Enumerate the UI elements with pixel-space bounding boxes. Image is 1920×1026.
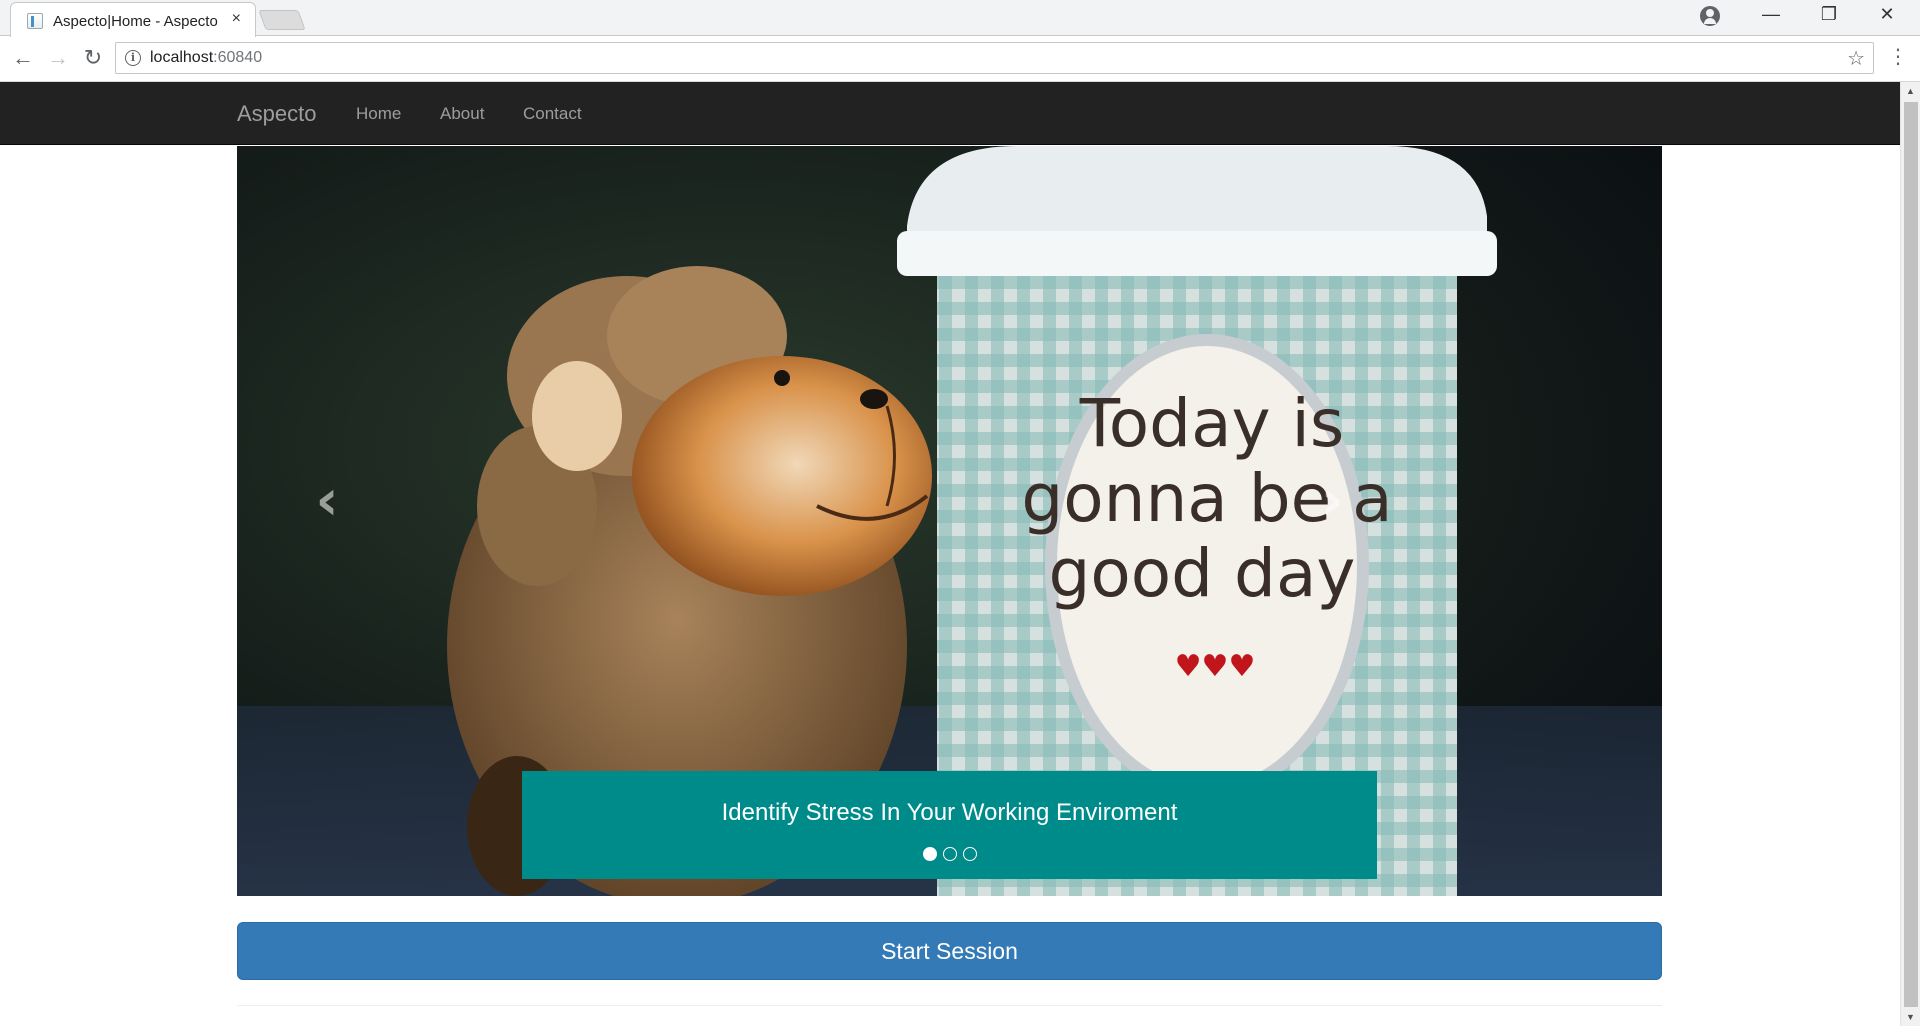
cup-hearts: ♥♥♥: [1175, 649, 1256, 684]
url-host: localhost: [150, 49, 214, 66]
nav-link-about[interactable]: About: [440, 104, 484, 124]
scroll-up-icon[interactable]: ▲: [1906, 86, 1915, 96]
profile-icon[interactable]: [1700, 6, 1720, 26]
restore-icon[interactable]: ❐: [1806, 4, 1852, 25]
cup-text-line-1: Today is: [1079, 385, 1345, 462]
carousel-indicator-3[interactable]: [962, 847, 977, 861]
close-window-icon[interactable]: ✕: [1864, 4, 1910, 25]
new-tab-button[interactable]: [258, 10, 306, 30]
nav-link-contact[interactable]: Contact: [523, 104, 582, 124]
browser-menu-icon[interactable]: ⋮: [1888, 47, 1908, 67]
tab-title: Aspecto|Home - Aspecto: [53, 13, 218, 30]
carousel-caption-text: Identify Stress In Your Working Envirome…: [721, 799, 1178, 826]
info-icon[interactable]: i: [125, 50, 141, 66]
site-navbar: Aspecto Home About Contact: [0, 82, 1900, 145]
scroll-down-icon[interactable]: ▼: [1906, 1012, 1915, 1022]
minimize-icon[interactable]: —: [1748, 4, 1794, 25]
nav-link-home[interactable]: Home: [356, 104, 401, 124]
address-bar[interactable]: i localhost:60840 ☆: [115, 42, 1874, 74]
url-text[interactable]: localhost:60840: [150, 49, 262, 67]
reload-icon[interactable]: ↻: [78, 45, 108, 71]
hero-carousel: Today is gonna be a good day ♥♥♥ ‹ › Ide…: [237, 146, 1662, 896]
cup-text-line-3: good day: [1049, 535, 1356, 612]
page-scrollbar[interactable]: ▲ ▼: [1900, 82, 1920, 1026]
carousel-indicators: [522, 847, 1377, 861]
carousel-indicator-2[interactable]: [942, 847, 957, 861]
carousel-caption: Identify Stress In Your Working Envirome…: [522, 771, 1377, 879]
page-viewport: Aspecto Home About Contact Today is gonn…: [0, 82, 1900, 1026]
carousel-next-chevron-right-icon[interactable]: ›: [1312, 473, 1352, 529]
start-session-button[interactable]: Start Session: [237, 922, 1662, 980]
back-arrow-icon[interactable]: ←: [8, 45, 38, 71]
carousel-indicator-1[interactable]: [922, 847, 937, 861]
carousel-prev-chevron-left-icon[interactable]: ‹: [307, 473, 347, 529]
page-favicon-icon: [27, 13, 43, 29]
tab-close-icon[interactable]: ×: [232, 10, 241, 28]
browser-tab-active[interactable]: Aspecto|Home - Aspecto ×: [10, 2, 256, 37]
url-port: :60840: [213, 49, 263, 66]
divider: [237, 1005, 1662, 1006]
star-icon[interactable]: ☆: [1847, 46, 1865, 71]
browser-tabstrip: Aspecto|Home - Aspecto × — ❐ ✕: [0, 0, 1920, 37]
browser-toolbar: ← → ↻ i localhost:60840 ☆ ⋮: [0, 37, 1920, 82]
forward-arrow-icon[interactable]: →: [43, 45, 73, 71]
navbar-brand[interactable]: Aspecto: [237, 101, 317, 127]
scrollbar-thumb[interactable]: [1904, 102, 1918, 1007]
